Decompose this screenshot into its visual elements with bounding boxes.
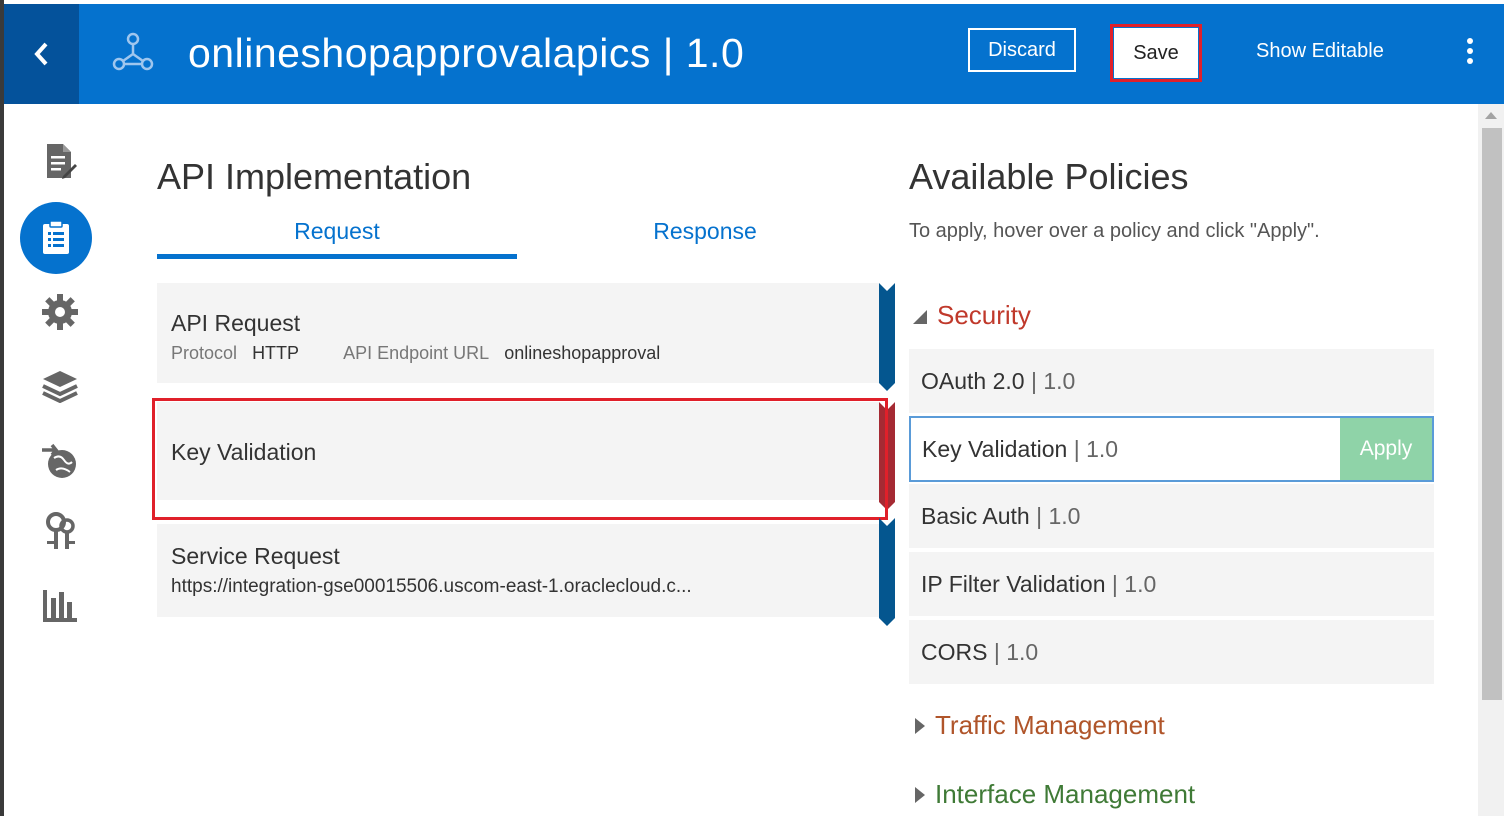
globe-deploy-icon[interactable] bbox=[38, 438, 82, 482]
policy-cors[interactable]: CORS | 1.0 bbox=[909, 620, 1434, 684]
policy-ip-filter[interactable]: IP Filter Validation | 1.0 bbox=[909, 552, 1434, 616]
flow-connector bbox=[879, 283, 895, 391]
top-header-bar: onlineshopapprovalapics | 1.0 Discard Sa… bbox=[4, 4, 1504, 104]
caret-down-icon bbox=[913, 309, 927, 324]
policy-ip-filter-name: IP Filter Validation bbox=[921, 571, 1106, 597]
available-policies-title: Available Policies bbox=[909, 156, 1189, 197]
gear-icon[interactable] bbox=[38, 290, 82, 334]
window-left-edge bbox=[0, 0, 4, 816]
active-tab-indicator bbox=[157, 254, 517, 259]
tab-request[interactable]: Request bbox=[157, 218, 517, 245]
category-security[interactable]: Security bbox=[911, 300, 1031, 331]
keys-icon[interactable] bbox=[38, 510, 82, 554]
policy-cors-name: CORS bbox=[921, 639, 988, 665]
service-request-title: Service Request bbox=[171, 543, 340, 569]
scrollbar-thumb[interactable] bbox=[1482, 128, 1502, 700]
policy-key-validation[interactable]: Key Validation | 1.0 Apply bbox=[909, 416, 1434, 482]
api-request-title: API Request bbox=[171, 310, 301, 336]
apply-button[interactable]: Apply bbox=[1340, 418, 1432, 480]
scroll-up-arrow-icon[interactable] bbox=[1485, 112, 1497, 119]
policy-key-validation-name: Key Validation bbox=[922, 436, 1068, 462]
policy-basic-auth[interactable]: Basic Auth | 1.0 bbox=[909, 484, 1434, 548]
policy-ip-filter-version: | 1.0 bbox=[1111, 571, 1157, 597]
policies-description: To apply, hover over a policy and click … bbox=[909, 220, 1320, 242]
policy-oauth-version: | 1.0 bbox=[1030, 368, 1076, 394]
caret-right-icon bbox=[915, 717, 925, 734]
tab-response[interactable]: Response bbox=[525, 218, 885, 245]
policy-oauth[interactable]: OAuth 2.0 | 1.0 bbox=[909, 349, 1434, 413]
policy-cors-version: | 1.0 bbox=[993, 639, 1039, 665]
policy-oauth-name: OAuth 2.0 bbox=[921, 368, 1025, 394]
more-options-icon[interactable] bbox=[1462, 38, 1478, 68]
show-editable-button[interactable]: Show Editable bbox=[1256, 40, 1384, 63]
category-security-label: Security bbox=[937, 300, 1031, 330]
discard-button[interactable]: Discard bbox=[968, 28, 1076, 72]
endpoint-url-label: API Endpoint URL bbox=[343, 343, 490, 363]
category-interface-management[interactable]: Interface Management bbox=[911, 779, 1195, 810]
save-button[interactable]: Save bbox=[1114, 28, 1198, 78]
category-interface-management-label: Interface Management bbox=[935, 779, 1196, 809]
protocol-label: Protocol bbox=[171, 343, 238, 363]
policy-key-validation-version: | 1.0 bbox=[1073, 436, 1119, 462]
api-implementation-title: API Implementation bbox=[157, 156, 472, 197]
api-implementation-icon[interactable] bbox=[20, 202, 92, 274]
policy-basic-auth-version: | 1.0 bbox=[1036, 503, 1081, 529]
service-request-card[interactable]: Service Request https://integration-gse0… bbox=[157, 524, 879, 617]
document-edit-icon[interactable] bbox=[38, 140, 82, 184]
chevron-left-icon bbox=[33, 42, 47, 66]
category-traffic-management-label: Traffic Management bbox=[935, 710, 1165, 740]
category-traffic-management[interactable]: Traffic Management bbox=[911, 710, 1165, 741]
back-button[interactable] bbox=[4, 4, 79, 104]
service-request-url: https://integration-gse00015506.uscom-ea… bbox=[171, 576, 692, 597]
api-title: onlineshopapprovalapics | 1.0 bbox=[188, 30, 745, 76]
api-request-card[interactable]: API Request Protocol HTTP API Endpoint U… bbox=[157, 283, 879, 383]
analytics-icon[interactable] bbox=[38, 584, 82, 628]
policy-basic-auth-name: Basic Auth bbox=[921, 503, 1030, 529]
caret-right-icon bbox=[915, 786, 925, 803]
flow-connector bbox=[879, 518, 895, 626]
layers-icon[interactable] bbox=[38, 364, 82, 408]
endpoint-url-value: onlineshopapproval bbox=[504, 343, 661, 363]
api-network-icon bbox=[112, 32, 154, 71]
protocol-value: HTTP bbox=[252, 343, 300, 363]
key-validation-highlight-box bbox=[152, 398, 888, 520]
